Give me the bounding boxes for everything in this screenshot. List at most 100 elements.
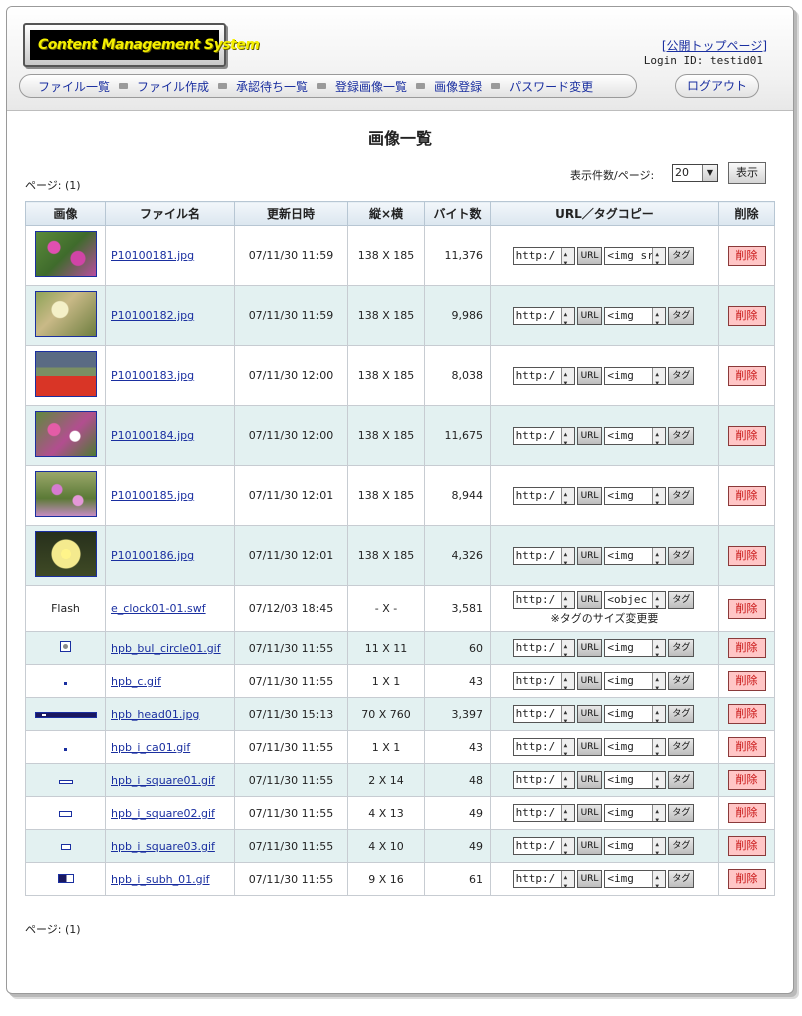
spinner-icon[interactable] [560, 838, 574, 854]
filename-link[interactable]: hpb_bul_circle01.gif [111, 642, 221, 655]
nav-item-3[interactable]: 承認待ち一覧 [236, 78, 308, 95]
tag-textbox[interactable]: <img [604, 705, 667, 723]
nav-item-6[interactable]: パスワード変更 [509, 78, 593, 95]
nav-item-5[interactable]: 画像登録 [434, 78, 482, 95]
filename-link[interactable]: P10100183.jpg [111, 369, 194, 382]
spinner-icon[interactable] [560, 592, 574, 608]
public-top-page-link[interactable]: [公開トップページ] [662, 37, 767, 54]
tag-textbox[interactable]: <img [604, 546, 667, 565]
delete-button[interactable]: 削除 [727, 737, 766, 757]
delete-button[interactable]: 削除 [727, 425, 766, 446]
spinner-icon[interactable] [652, 307, 666, 324]
spinner-icon[interactable] [560, 307, 574, 324]
url-textbox[interactable]: http:/ [512, 639, 575, 657]
tag-copy-button[interactable]: タグ [668, 246, 695, 265]
spinner-icon[interactable] [652, 487, 666, 504]
spinner-icon[interactable] [652, 367, 666, 384]
logout-button[interactable]: ログアウト [675, 74, 759, 98]
url-copy-button[interactable]: URL [576, 591, 603, 609]
delete-button[interactable]: 削除 [727, 638, 766, 658]
per-page-select[interactable]: 20 ▼ [672, 164, 718, 182]
delete-button[interactable]: 削除 [727, 704, 766, 724]
delete-button[interactable]: 削除 [727, 803, 766, 823]
url-copy-button[interactable]: URL [576, 804, 603, 822]
spinner-icon[interactable] [560, 772, 574, 788]
tag-copy-button[interactable]: タグ [668, 591, 695, 609]
filename-link[interactable]: e_clock01-01.swf [111, 602, 206, 615]
spinner-icon[interactable] [560, 247, 574, 264]
spinner-icon[interactable] [560, 739, 574, 755]
spinner-icon[interactable] [560, 547, 574, 564]
url-copy-button[interactable]: URL [576, 771, 603, 789]
filename-link[interactable]: P10100184.jpg [111, 429, 194, 442]
spinner-icon[interactable] [560, 487, 574, 504]
tag-copy-button[interactable]: タグ [668, 771, 695, 789]
tag-copy-button[interactable]: タグ [668, 546, 695, 565]
url-textbox[interactable]: http:/ [512, 486, 575, 505]
spinner-icon[interactable] [652, 592, 666, 608]
spinner-icon[interactable] [560, 640, 574, 656]
tag-textbox[interactable]: <img [604, 486, 667, 505]
url-copy-button[interactable]: URL [576, 837, 603, 855]
spinner-icon[interactable] [652, 427, 666, 444]
spinner-icon[interactable] [652, 871, 666, 887]
url-textbox[interactable]: http:/ [512, 804, 575, 822]
tag-copy-button[interactable]: タグ [668, 672, 695, 690]
filename-link[interactable]: hpb_head01.jpg [111, 708, 199, 721]
display-button[interactable]: 表示 [728, 162, 766, 184]
tag-copy-button[interactable]: タグ [668, 870, 695, 888]
tag-textbox[interactable]: <img [604, 426, 667, 445]
tag-textbox[interactable]: <img [604, 804, 667, 822]
tag-textbox[interactable]: <img src="h [604, 246, 667, 265]
tag-textbox[interactable]: <objec [604, 591, 667, 609]
url-copy-button[interactable]: URL [576, 639, 603, 657]
tag-textbox[interactable]: <img [604, 672, 667, 690]
nav-item-4[interactable]: 登録画像一覧 [335, 78, 407, 95]
filename-link[interactable]: hpb_i_ca01.gif [111, 741, 190, 754]
spinner-icon[interactable] [560, 367, 574, 384]
spinner-icon[interactable] [560, 871, 574, 887]
delete-button[interactable]: 削除 [727, 245, 766, 266]
url-textbox[interactable]: http:/ [512, 837, 575, 855]
tag-copy-button[interactable]: タグ [668, 738, 695, 756]
spinner-icon[interactable] [652, 640, 666, 656]
url-textbox[interactable]: http:/ [512, 705, 575, 723]
tag-copy-button[interactable]: タグ [668, 705, 695, 723]
nav-item-1[interactable]: ファイル一覧 [38, 78, 110, 95]
url-textbox[interactable]: http:/ [512, 546, 575, 565]
url-copy-button[interactable]: URL [576, 486, 603, 505]
spinner-icon[interactable] [652, 805, 666, 821]
url-copy-button[interactable]: URL [576, 870, 603, 888]
delete-button[interactable]: 削除 [727, 485, 766, 506]
tag-copy-button[interactable]: タグ [668, 804, 695, 822]
tag-copy-button[interactable]: タグ [668, 639, 695, 657]
tag-textbox[interactable]: <img [604, 837, 667, 855]
delete-button[interactable]: 削除 [727, 671, 766, 691]
url-textbox[interactable]: http:/ [512, 771, 575, 789]
delete-button[interactable]: 削除 [727, 365, 766, 386]
spinner-icon[interactable] [652, 772, 666, 788]
url-textbox[interactable]: http:/ [512, 591, 575, 609]
filename-link[interactable]: hpb_i_square03.gif [111, 840, 215, 853]
filename-link[interactable]: P10100185.jpg [111, 489, 194, 502]
url-textbox[interactable]: http:/ [512, 870, 575, 888]
url-textbox[interactable]: http:/ [512, 366, 575, 385]
url-textbox[interactable]: http:/ [512, 246, 575, 265]
tag-textbox[interactable]: <img [604, 738, 667, 756]
spinner-icon[interactable] [560, 673, 574, 689]
filename-link[interactable]: hpb_i_subh_01.gif [111, 873, 210, 886]
url-textbox[interactable]: http:/ [512, 426, 575, 445]
url-copy-button[interactable]: URL [576, 738, 603, 756]
spinner-icon[interactable] [652, 838, 666, 854]
delete-button[interactable]: 削除 [727, 305, 766, 326]
spinner-icon[interactable] [652, 739, 666, 755]
filename-link[interactable]: hpb_i_square02.gif [111, 807, 215, 820]
filename-link[interactable]: P10100186.jpg [111, 549, 194, 562]
filename-link[interactable]: P10100182.jpg [111, 309, 194, 322]
url-copy-button[interactable]: URL [576, 546, 603, 565]
spinner-icon[interactable] [652, 547, 666, 564]
url-copy-button[interactable]: URL [576, 246, 603, 265]
filename-link[interactable]: hpb_i_square01.gif [111, 774, 215, 787]
filename-link[interactable]: hpb_c.gif [111, 675, 161, 688]
url-textbox[interactable]: http:/ [512, 738, 575, 756]
